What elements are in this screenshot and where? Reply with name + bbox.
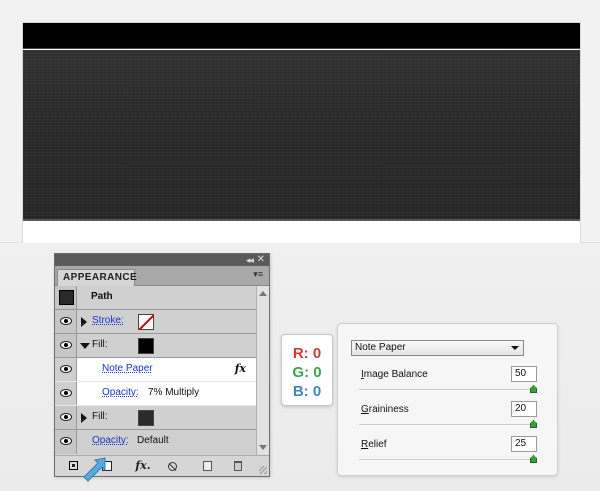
eye-icon[interactable]: [60, 341, 72, 349]
note-paper-settings: Note Paper Image Balance 50 Graininess 2…: [337, 323, 558, 476]
object-opacity-link[interactable]: Opacity:: [92, 435, 129, 446]
thumb-column: [55, 286, 77, 309]
image-balance-input[interactable]: 50: [511, 366, 537, 382]
new-art-basic-appearance-icon[interactable]: [69, 461, 78, 470]
rgb-green-value: G: 0: [292, 364, 322, 381]
tab-appearance[interactable]: APPEARANCE: [57, 269, 137, 286]
visibility-column: [55, 358, 77, 381]
artboard: [22, 22, 581, 243]
canvas-area: [0, 0, 600, 243]
rgb-red-value: R: 0: [292, 345, 322, 362]
scroll-up-icon[interactable]: [259, 291, 267, 296]
fill-label: Fill:: [92, 411, 108, 422]
visibility-column: [55, 406, 77, 429]
expand-triangle-icon[interactable]: [81, 413, 87, 423]
slider-knob[interactable]: [530, 420, 537, 428]
resize-grip-icon[interactable]: [259, 466, 267, 474]
stroke-swatch-none[interactable]: [138, 314, 154, 330]
appearance-list: Path Stroke: Fill: Note Paper fx Opacity…: [55, 286, 269, 455]
panel-scrollbar[interactable]: [256, 286, 269, 455]
param-image-balance: Image Balance 50: [359, 366, 537, 397]
rgb-blue-value: B: 0: [292, 383, 322, 400]
chevron-down-icon: [511, 346, 519, 350]
duplicate-item-icon[interactable]: [203, 461, 212, 471]
note-paper-textured-rectangle: [23, 50, 580, 221]
graininess-slider[interactable]: [359, 420, 537, 428]
stroke-row[interactable]: Stroke:: [55, 310, 256, 334]
object-opacity-row[interactable]: Opacity: Default: [55, 430, 256, 454]
effect-note-paper-link[interactable]: Note Paper: [102, 363, 153, 374]
eye-icon[interactable]: [60, 413, 72, 421]
slider-knob[interactable]: [530, 455, 537, 463]
fill-swatch-dark[interactable]: [138, 410, 154, 426]
image-balance-slider[interactable]: [359, 385, 537, 393]
param-label: Relief: [361, 439, 387, 450]
relief-input[interactable]: 25: [511, 436, 537, 452]
param-label: Graininess: [361, 404, 409, 415]
fx-icon: fx: [135, 459, 147, 472]
fill-opacity-link[interactable]: Opacity:: [102, 387, 139, 398]
visibility-column: [55, 430, 77, 454]
close-icon[interactable]: ✕: [257, 254, 265, 266]
eye-icon[interactable]: [60, 389, 72, 397]
add-new-effect-button[interactable]: fx.: [134, 460, 152, 472]
filter-select-value: Note Paper: [355, 342, 406, 353]
target-row-path[interactable]: Path: [55, 286, 256, 310]
visibility-column: [55, 310, 77, 333]
param-relief: Relief 25: [359, 436, 537, 467]
eye-icon[interactable]: [60, 317, 72, 325]
collapse-triangle-icon[interactable]: [80, 343, 90, 349]
relief-slider[interactable]: [359, 455, 537, 463]
visibility-column: [55, 382, 77, 405]
eye-icon[interactable]: [60, 365, 72, 373]
visibility-column: [55, 334, 77, 357]
fill-row-top[interactable]: Fill:: [55, 334, 256, 358]
black-header-bar: [23, 23, 580, 49]
target-label: Path: [91, 291, 113, 302]
pointer-arrow-icon: [83, 457, 106, 482]
collapse-icon[interactable]: ◂◂: [246, 254, 254, 266]
path-thumbnail: [59, 290, 74, 305]
expand-triangle-icon[interactable]: [81, 317, 87, 327]
fx-dropdown-dot: .: [146, 459, 151, 472]
panel-tab-row: APPEARANCE ▾≡: [55, 266, 269, 286]
rgb-readout: R: 0 G: 0 B: 0: [281, 334, 333, 406]
effect-row-note-paper[interactable]: Note Paper fx: [55, 358, 256, 382]
appearance-panel: ◂◂ ✕ APPEARANCE ▾≡ Path Stroke: Fill: No…: [54, 253, 270, 477]
slider-knob[interactable]: [530, 385, 537, 393]
fill-row-bottom[interactable]: Fill:: [55, 406, 256, 430]
param-label: Image Balance: [361, 369, 428, 380]
fill-swatch-black[interactable]: [138, 338, 154, 354]
filter-select[interactable]: Note Paper: [351, 340, 524, 356]
object-opacity-value: Default: [137, 435, 169, 446]
clear-appearance-icon[interactable]: [168, 462, 177, 471]
fill-opacity-row[interactable]: Opacity: 7% Multiply: [55, 382, 256, 406]
fill-opacity-value: 7% Multiply: [148, 387, 200, 398]
fill-label: Fill:: [92, 339, 108, 350]
eye-icon[interactable]: [60, 437, 72, 445]
graininess-input[interactable]: 20: [511, 401, 537, 417]
panel-titlebar: ◂◂ ✕: [55, 254, 269, 266]
fx-icon: fx: [234, 362, 246, 375]
param-graininess: Graininess 20: [359, 401, 537, 432]
trash-icon[interactable]: [234, 461, 242, 471]
stroke-label[interactable]: Stroke:: [92, 315, 124, 326]
scroll-down-icon[interactable]: [259, 445, 267, 450]
panel-menu-icon[interactable]: ▾≡: [253, 269, 263, 280]
